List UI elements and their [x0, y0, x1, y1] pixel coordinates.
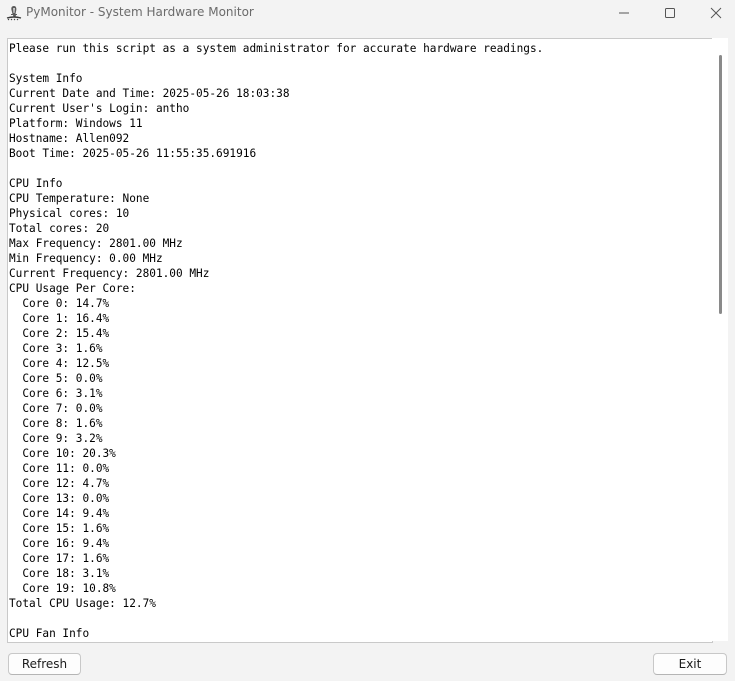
close-button[interactable]	[693, 0, 735, 26]
output-line: Core 12: 4.7%	[9, 477, 110, 490]
output-line: CPU Usage Per Core:	[9, 282, 136, 295]
output-line: Boot Time: 2025-05-26 11:55:35.691916	[9, 147, 257, 160]
output-line: Core 18: 3.1%	[9, 567, 110, 580]
window-title: PyMonitor - System Hardware Monitor	[26, 5, 254, 19]
output-line: Core 3: 1.6%	[9, 342, 103, 355]
output-line: Core 13: 0.0%	[9, 492, 110, 505]
maximize-button[interactable]	[647, 0, 693, 26]
output-line: Current User's Login: antho	[9, 102, 190, 115]
output-line: Platform: Windows 11	[9, 117, 143, 130]
output-line: Core 15: 1.6%	[9, 522, 110, 535]
output-line: CPU Fan Info	[9, 627, 90, 640]
app-window: PyMonitor - System Hardware Monitor Plea…	[0, 0, 735, 681]
output-text-area[interactable]: Please run this script as a system admin…	[7, 38, 713, 643]
minimize-icon	[619, 12, 629, 14]
output-line: Current Frequency: 2801.00 MHz	[9, 267, 210, 280]
output-line: Core 4: 12.5%	[9, 357, 110, 370]
output-line: Total CPU Usage: 12.7%	[9, 597, 156, 610]
output-line: Core 7: 0.0%	[9, 402, 103, 415]
title-bar[interactable]: PyMonitor - System Hardware Monitor	[0, 0, 735, 26]
output-line: Core 14: 9.4%	[9, 507, 110, 520]
output-line: Current Date and Time: 2025-05-26 18:03:…	[9, 87, 290, 100]
output-line: Physical cores: 10	[9, 207, 130, 220]
output-line: Core 8: 1.6%	[9, 417, 103, 430]
close-icon	[710, 7, 722, 19]
output-line: Core 0: 14.7%	[9, 297, 110, 310]
output-line: Core 5: 0.0%	[9, 372, 103, 385]
output-line: Core 10: 20.3%	[9, 447, 116, 460]
minimize-button[interactable]	[601, 0, 647, 26]
output-line: System Info	[9, 72, 83, 85]
output-line: Please run this script as a system admin…	[9, 42, 544, 55]
output-line: Core 2: 15.4%	[9, 327, 110, 340]
python-feather-icon	[5, 4, 23, 22]
output-line: Total cores: 20	[9, 222, 110, 235]
output-line: Core 1: 16.4%	[9, 312, 110, 325]
scrollbar-thumb[interactable]	[719, 55, 722, 314]
output-line: Hostname: Allen092	[9, 132, 130, 145]
vertical-scrollbar[interactable]	[712, 38, 728, 641]
output-line: Core 6: 3.1%	[9, 387, 103, 400]
output-line: CPU Temperature: None	[9, 192, 150, 205]
output-line: Core 17: 1.6%	[9, 552, 110, 565]
output-line: CPU Info	[9, 177, 63, 190]
output-line: Core 9: 3.2%	[9, 432, 103, 445]
output-line: Core 19: 10.8%	[9, 582, 116, 595]
output-text: Please run this script as a system admin…	[9, 41, 543, 641]
output-line: Core 11: 0.0%	[9, 462, 110, 475]
output-line: Core 16: 9.4%	[9, 537, 110, 550]
output-line: Max Frequency: 2801.00 MHz	[9, 237, 183, 250]
output-line: Min Frequency: 0.00 MHz	[9, 252, 163, 265]
maximize-icon	[665, 8, 675, 18]
exit-button[interactable]: Exit	[653, 653, 727, 675]
refresh-button[interactable]: Refresh	[8, 653, 81, 675]
